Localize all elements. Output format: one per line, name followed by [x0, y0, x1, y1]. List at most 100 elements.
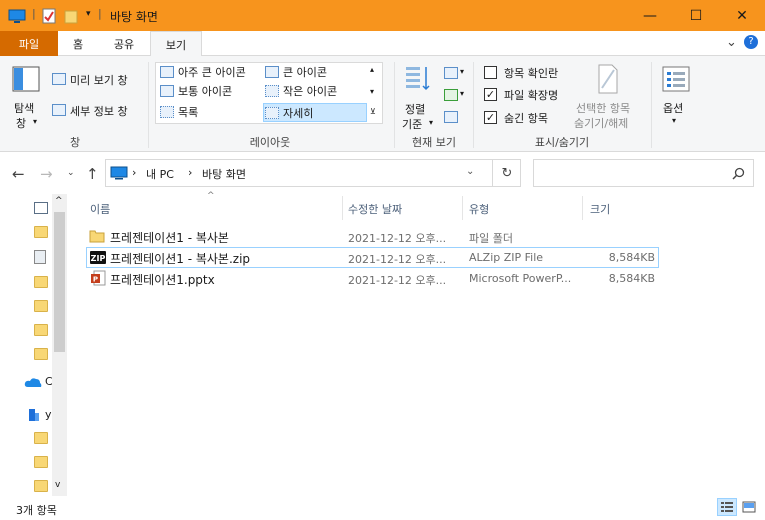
collapse-ribbon-icon[interactable]: ⌄ — [726, 35, 737, 50]
details-view-button[interactable] — [717, 498, 737, 516]
preview-pane-icon — [52, 73, 66, 85]
file-extensions-checkbox[interactable]: ✓ — [484, 88, 497, 101]
network-icon[interactable] — [28, 408, 40, 422]
forward-arrow-icon[interactable]: → — [40, 165, 53, 183]
onedrive-icon[interactable] — [24, 376, 42, 388]
back-arrow-icon[interactable]: ← — [12, 165, 25, 183]
recycle-bin-icon[interactable] — [34, 250, 46, 264]
size-columns-button[interactable] — [442, 108, 460, 126]
network-label[interactable]: y — [45, 408, 52, 421]
nav-pane-label-1: 탐색 — [14, 102, 35, 115]
tab-file[interactable]: 파일 — [0, 31, 58, 56]
file-row[interactable]: P 프레젠테이션1.pptx 2021-12-12 오후... Microsof… — [86, 268, 659, 289]
layout-list[interactable]: 목록 — [160, 103, 198, 121]
gallery-down-icon[interactable]: ▾ — [370, 87, 374, 96]
gallery-more-icon[interactable]: ⊻ — [370, 107, 376, 116]
file-row[interactable]: 프레젠테이션1 - 복사본 2021-12-12 오후... 파일 폴더 — [86, 226, 659, 247]
details-view-icon — [721, 502, 733, 512]
ribbon: 탐색 창 ▾ 미리 보기 창 세부 정보 창 창 아주 큰 아이콘 큰 아이콘 … — [0, 56, 765, 152]
layout-extra-large[interactable]: 아주 큰 아이콘 — [160, 63, 246, 81]
file-name: 프레젠테이션1 - 복사본.zip — [110, 252, 251, 266]
item-checkboxes-toggle[interactable]: 항목 확인란 — [482, 64, 572, 82]
column-header-size[interactable]: 크기 — [590, 201, 610, 217]
size-columns-icon — [444, 111, 458, 123]
add-columns-button[interactable]: ▾ — [442, 86, 468, 104]
gallery-up-icon[interactable]: ▴ — [370, 65, 374, 74]
address-dropdown-icon[interactable]: ⌄ — [466, 166, 474, 177]
help-icon[interactable]: ? — [744, 35, 758, 49]
file-name: 프레젠테이션1 - 복사본 — [110, 231, 229, 245]
window-title: 바탕 화면 — [110, 10, 158, 24]
column-divider[interactable] — [342, 196, 343, 220]
layout-extra-large-label: 아주 큰 아이콘 — [178, 66, 246, 79]
address-bar[interactable]: › 내 PC › 바탕 화면 ⌄ — [105, 159, 521, 187]
gallery-scroll[interactable]: ▴ ▾ ⊻ — [367, 63, 382, 123]
up-arrow-icon[interactable]: ↑ — [86, 165, 99, 183]
options-button[interactable]: 옵션 ▾ — [656, 60, 696, 132]
preview-pane-label: 미리 보기 창 — [70, 74, 128, 87]
maximize-button[interactable]: ☐ — [673, 0, 719, 31]
breadcrumb-separator[interactable]: › — [132, 166, 136, 179]
search-icon — [732, 167, 745, 180]
group-by-dropdown-icon: ▾ — [460, 67, 465, 76]
folder-icon[interactable] — [34, 432, 48, 444]
tab-share[interactable]: 공유 — [104, 31, 144, 56]
breadcrumb-desktop[interactable]: 바탕 화면 — [202, 166, 246, 182]
column-divider[interactable] — [462, 196, 463, 220]
folder-icon[interactable] — [34, 324, 48, 336]
hidden-items-checkbox[interactable]: ✓ — [484, 111, 497, 124]
nav-pane-label-2: 창 — [16, 117, 27, 130]
file-extensions-toggle[interactable]: ✓ 파일 확장명 — [482, 86, 572, 104]
large-icons-icon — [265, 66, 279, 78]
tab-home[interactable]: 홈 — [62, 31, 94, 56]
folder-icon[interactable] — [34, 456, 48, 468]
desktop-icon[interactable] — [8, 8, 26, 24]
layout-details[interactable]: 자세히 — [263, 103, 367, 122]
hide-selected-button[interactable]: 선택한 항목 숨기기/해제 — [574, 60, 646, 132]
ribbon-separator — [394, 62, 395, 148]
large-icons-view-icon — [742, 501, 756, 513]
tab-view[interactable]: 보기 — [150, 31, 202, 57]
ribbon-separator — [148, 62, 149, 148]
breadcrumb-this-pc[interactable]: 내 PC — [146, 166, 174, 182]
desktop-nav-icon[interactable] — [34, 202, 48, 214]
scroll-up-icon[interactable]: ^ — [55, 196, 63, 206]
column-header-name[interactable]: 이름 — [90, 201, 110, 217]
options-icon — [662, 66, 690, 92]
sort-by-button[interactable]: 정렬 기준 ▾ — [398, 60, 438, 132]
preview-pane-button[interactable]: 미리 보기 창 — [50, 69, 142, 89]
folder-icon[interactable] — [34, 300, 48, 312]
nav-pane-button[interactable]: 탐색 창 ▾ — [6, 60, 46, 130]
sort-dropdown-icon: ▾ — [429, 118, 434, 127]
hidden-items-toggle[interactable]: ✓ 숨긴 항목 — [482, 109, 572, 127]
layout-medium[interactable]: 보통 아이콘 — [160, 82, 232, 100]
details-pane-button[interactable]: 세부 정보 창 — [50, 100, 142, 120]
large-icons-view-button[interactable] — [739, 498, 759, 516]
folder-icon[interactable] — [34, 348, 48, 360]
file-row-selected[interactable]: ZIP 프레젠테이션1 - 복사본.zip 2021-12-12 오후... A… — [86, 247, 659, 268]
layout-large[interactable]: 큰 아이콘 — [265, 63, 327, 81]
search-input[interactable] — [533, 159, 754, 187]
recent-locations-icon[interactable]: ⌄ — [67, 168, 75, 178]
new-folder-icon[interactable] — [64, 8, 78, 24]
scroll-down-icon[interactable]: v — [55, 480, 60, 490]
minimize-button[interactable]: — — [627, 0, 673, 31]
properties-icon[interactable] — [42, 8, 56, 24]
layout-small[interactable]: 작은 아이콘 — [265, 82, 337, 100]
refresh-button[interactable]: ↻ — [492, 159, 521, 187]
nav-pane-scroll-thumb[interactable] — [54, 212, 65, 352]
folder-icon[interactable] — [34, 480, 48, 492]
layout-small-label: 작은 아이콘 — [283, 85, 338, 98]
item-checkboxes-checkbox[interactable] — [484, 66, 497, 79]
file-type: 파일 폴더 — [469, 232, 513, 245]
folder-icon[interactable] — [34, 226, 48, 238]
breadcrumb-separator[interactable]: › — [188, 166, 192, 179]
folder-icon[interactable] — [34, 276, 48, 288]
qat-dropdown-icon[interactable]: ▾ — [86, 9, 91, 19]
group-by-button[interactable]: ▾ — [442, 64, 468, 82]
column-divider[interactable] — [582, 196, 583, 220]
ribbon-separator — [651, 62, 652, 148]
column-header-type[interactable]: 유형 — [469, 201, 489, 217]
column-header-modified[interactable]: 수정한 날짜 — [348, 201, 402, 217]
close-button[interactable]: ✕ — [719, 0, 765, 31]
